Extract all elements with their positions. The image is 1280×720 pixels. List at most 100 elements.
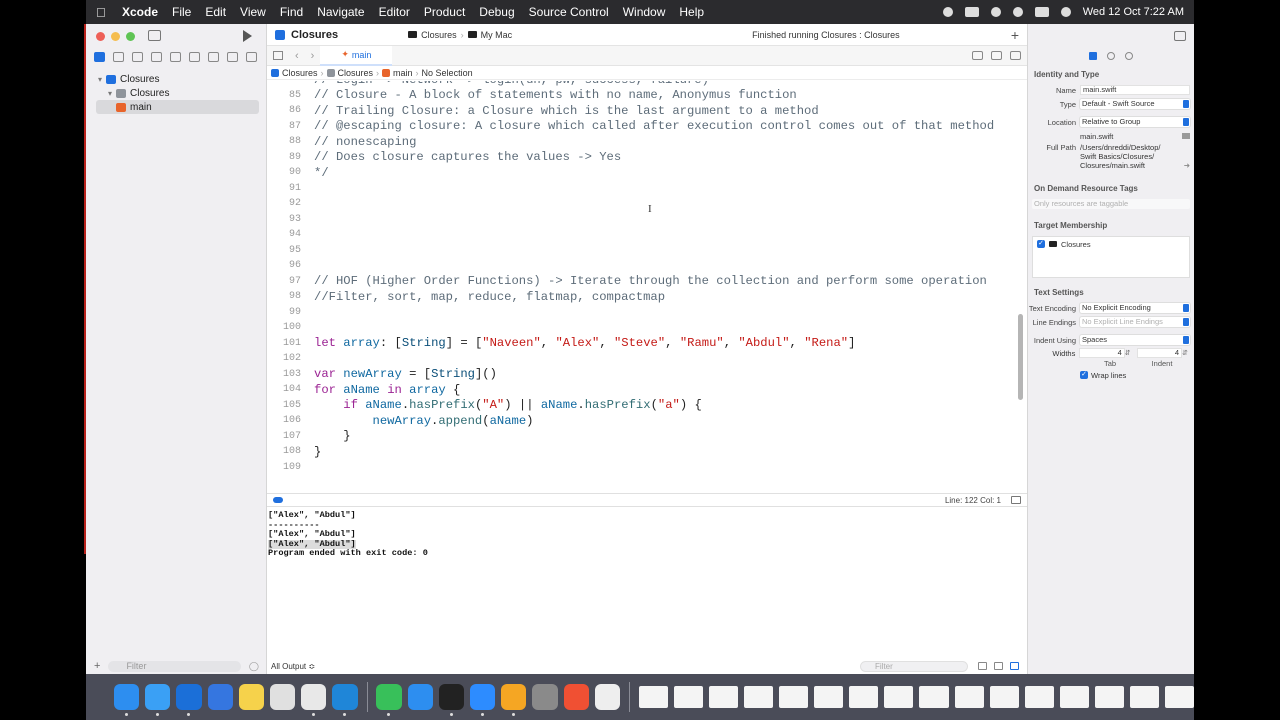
code-line[interactable]: 94 [267, 227, 314, 243]
apple-menu-icon[interactable]:  [96, 5, 110, 20]
breadcrumb-folder[interactable]: Closures [338, 68, 374, 78]
menu-source-control[interactable]: Source Control [529, 5, 609, 19]
menu-product[interactable]: Product [424, 5, 465, 19]
sidebar-toggle-icon[interactable] [148, 30, 161, 41]
code-line[interactable]: 95 [267, 243, 314, 259]
search-icon[interactable] [151, 52, 162, 62]
code-line[interactable]: 91 [267, 181, 314, 197]
indent-popup[interactable]: Spaces [1080, 335, 1190, 345]
split-editor-icon[interactable] [1010, 51, 1021, 60]
folder-icon[interactable] [94, 52, 105, 62]
hide-debug-area-icon[interactable] [1011, 496, 1021, 504]
menubar-clock[interactable]: Wed 12 Oct 7:22 AM [1083, 6, 1184, 18]
menu-edit[interactable]: Edit [205, 5, 226, 19]
xcode-sim-icon[interactable] [207, 684, 233, 710]
chrome-icon[interactable] [301, 684, 327, 716]
editor-scrollbar[interactable] [1018, 314, 1023, 400]
slack-icon[interactable] [269, 684, 296, 710]
xcode-icon[interactable] [176, 684, 202, 716]
back-arrow-icon[interactable]: ‹ [295, 50, 299, 62]
chevron-down-icon[interactable]: ▾ [96, 75, 104, 84]
battery-icon[interactable] [964, 7, 979, 17]
control-center-icon[interactable] [1034, 7, 1049, 17]
minimized-window-thumbnail[interactable] [1129, 686, 1159, 708]
git-icon[interactable] [563, 684, 589, 710]
help-inspector-icon[interactable] [1125, 52, 1133, 60]
app-store-icon[interactable] [407, 684, 433, 710]
report-icon[interactable] [246, 52, 257, 62]
wifi-icon[interactable] [990, 7, 1001, 17]
tab-main[interactable]: ✦ main [320, 45, 393, 66]
menu-help[interactable]: Help [679, 5, 704, 19]
wrap-lines-checkbox[interactable]: ✓ [1080, 371, 1088, 379]
code-line[interactable]: 108} [267, 444, 321, 460]
tree-item-folder[interactable]: ▾ Closures [86, 86, 267, 100]
code-line[interactable]: 90 */ [267, 165, 329, 181]
code-line[interactable]: 98 //Filter, sort, map, reduce, flatmap, … [267, 289, 665, 305]
spotlight-icon[interactable] [1012, 7, 1023, 17]
breakpoint-icon[interactable] [227, 52, 238, 62]
breadcrumb-project[interactable]: Closures [282, 68, 318, 78]
safari-icon[interactable] [145, 684, 171, 716]
minimized-window-thumbnail[interactable] [919, 686, 949, 708]
scheme-selector[interactable]: Closures › My Mac [408, 30, 512, 40]
test-icon[interactable] [189, 52, 200, 62]
tree-item-project[interactable]: ▾ Closures [86, 72, 267, 86]
code-line[interactable]: 93 [267, 212, 314, 228]
close-window-button[interactable] [96, 32, 105, 41]
variables-view-icon[interactable] [994, 662, 1003, 670]
terminal-icon[interactable] [438, 684, 465, 716]
menu-view[interactable]: View [240, 5, 266, 19]
record-icon[interactable] [942, 7, 953, 17]
code-line[interactable]: 97 // HOF (Higher Order Functions) -> Ite… [267, 274, 987, 290]
minimized-window-thumbnail[interactable] [884, 686, 914, 708]
textedit-icon[interactable] [594, 684, 620, 710]
pages-icon[interactable] [501, 684, 527, 716]
minimized-window-thumbnail[interactable] [849, 686, 879, 708]
source-control-icon[interactable] [113, 52, 124, 62]
minimized-window-thumbnail[interactable] [1024, 686, 1054, 708]
forward-arrow-icon[interactable]: › [311, 50, 315, 62]
indent-width-field[interactable]: 4 [1136, 348, 1183, 358]
folder-icon[interactable] [1182, 133, 1190, 139]
chevron-down-icon[interactable]: ▾ [106, 89, 114, 98]
minimized-window-thumbnail[interactable] [1094, 686, 1124, 708]
breadcrumb-file[interactable]: main [393, 68, 413, 78]
refresh-icon[interactable] [972, 51, 983, 60]
line-endings-popup[interactable]: No Explicit Line Endings [1080, 317, 1190, 327]
inspector-toggle-icon[interactable] [1174, 31, 1186, 41]
system-prefs-icon[interactable] [532, 684, 558, 710]
minimized-window-thumbnail[interactable] [814, 686, 844, 708]
code-line[interactable]: 99 [267, 305, 314, 321]
code-line[interactable]: 101 let array: [String] = ["Naveen", "Ale… [267, 336, 855, 352]
recent-files-icon[interactable]: ◯ [249, 661, 259, 672]
code-line[interactable]: 107 } [267, 429, 351, 445]
library-add-icon[interactable]: + [1011, 27, 1019, 43]
code-line[interactable]: 88 // nonescaping [267, 134, 416, 150]
tree-item-main-swift[interactable]: main [96, 100, 259, 114]
menu-window[interactable]: Window [623, 5, 666, 19]
finder-icon[interactable] [114, 684, 140, 716]
tab-width-field[interactable]: 4 [1079, 348, 1125, 358]
code-line[interactable]: 100 [267, 320, 314, 336]
console-output[interactable]: ["Alex", "Abdul"] ---------- ["Alex", "Abd… [267, 509, 1027, 657]
indent-width-stepper[interactable]: ⇵ [1182, 349, 1188, 357]
app-menu[interactable]: Xcode [122, 5, 158, 19]
vscode-icon[interactable] [332, 684, 358, 716]
code-line[interactable]: 103 var newArray = [String]() [267, 367, 497, 383]
output-selector[interactable]: All Output ≎ [271, 662, 315, 671]
console-view-icon[interactable] [1010, 662, 1019, 670]
code-line[interactable]: 104 for aName in array { [267, 382, 460, 398]
minimized-window-thumbnail[interactable] [674, 686, 704, 708]
encoding-popup[interactable]: No Explicit Encoding [1080, 303, 1190, 313]
zoom-icon[interactable] [470, 684, 496, 716]
code-line[interactable]: 89 // Does closure captures the values ->… [267, 150, 621, 166]
console-filter-input[interactable]: Filter [860, 660, 968, 672]
notes-icon[interactable] [238, 684, 264, 710]
minimized-window-thumbnail[interactable] [954, 686, 984, 708]
run-button[interactable] [243, 30, 252, 42]
minimized-window-thumbnail[interactable] [779, 686, 809, 708]
code-line[interactable]: 102 [267, 351, 314, 367]
code-line[interactable]: 86 // Trailing Closure: a Closure which i… [267, 103, 819, 119]
minimized-window-thumbnail[interactable] [989, 686, 1019, 708]
